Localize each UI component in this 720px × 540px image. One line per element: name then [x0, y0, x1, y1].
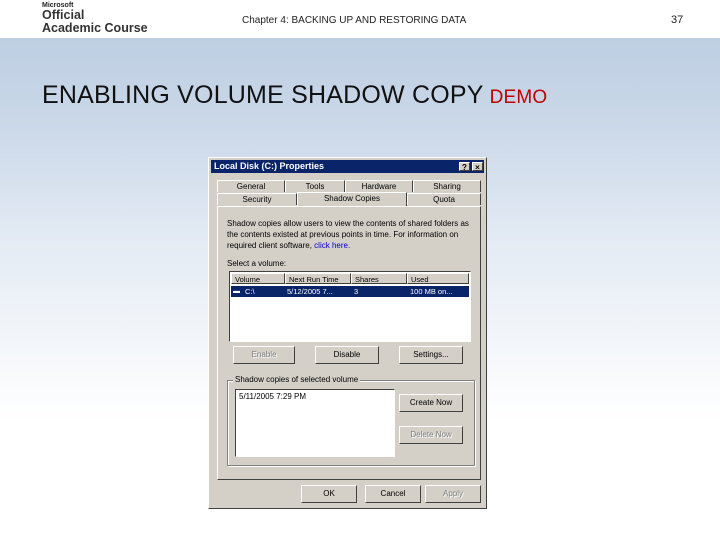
tab-hardware[interactable]: Hardware [345, 180, 413, 192]
logo-line2: Academic Course [42, 20, 148, 35]
create-now-button[interactable]: Create Now [399, 394, 463, 412]
demo-tag: DEMO [489, 87, 548, 108]
logo-line1: Official [42, 8, 85, 22]
help-button[interactable]: ? [459, 162, 470, 172]
properties-dialog: Local Disk (C:) Properties ? × General T… [208, 157, 487, 509]
cell-shares: 3 [354, 287, 359, 296]
close-button[interactable]: × [472, 162, 483, 172]
ok-button[interactable]: OK [301, 485, 357, 503]
tab-security[interactable]: Security [217, 193, 297, 205]
column-header-next-run[interactable]: Next Run Time [285, 273, 351, 284]
select-volume-label: Select a volume: [227, 259, 287, 268]
microsoft-official-academic-course-logo: Microsoft Official Academic Course [42, 2, 148, 34]
dialog-titlebar: Local Disk (C:) Properties ? × [211, 160, 484, 173]
slide-title: ENABLING VOLUME SHADOW COPY DEMO [42, 81, 547, 110]
column-header-volume[interactable]: Volume [231, 273, 285, 284]
header-bar: Microsoft Official Academic Course Chapt… [0, 0, 720, 38]
cell-used: 100 MB on... [410, 287, 453, 296]
tab-tools[interactable]: Tools [285, 180, 345, 192]
volume-list[interactable]: Volume Next Run Time Shares Used ▬ C:\ 5… [229, 271, 471, 342]
cell-next-run: 5/12/2005 7... [287, 287, 333, 296]
chapter-title: Chapter 4: BACKING UP AND RESTORING DATA [242, 15, 467, 26]
tab-general[interactable]: General [217, 180, 285, 192]
client-software-link[interactable]: click here. [314, 241, 350, 250]
cancel-button[interactable]: Cancel [365, 485, 421, 503]
tab-shadow-copies[interactable]: Shadow Copies [297, 192, 407, 206]
page-number: 37 [671, 14, 684, 26]
shadow-copies-list[interactable]: 5/11/2005 7:29 PM [235, 389, 395, 457]
list-item[interactable]: 5/11/2005 7:29 PM [239, 392, 306, 401]
tab-quota[interactable]: Quota [407, 193, 481, 205]
delete-now-button[interactable]: Delete Now [399, 426, 463, 444]
cell-volume: C:\ [245, 287, 255, 296]
table-row[interactable]: ▬ C:\ 5/12/2005 7... 3 100 MB on... [231, 286, 469, 297]
dialog-title: Local Disk (C:) Properties [214, 161, 325, 171]
description-text: Shadow copies allow users to view the co… [227, 218, 475, 251]
column-header-shares[interactable]: Shares [351, 273, 407, 284]
tab-sharing[interactable]: Sharing [413, 180, 481, 192]
disable-button[interactable]: Disable [315, 346, 379, 364]
drive-icon: ▬ [233, 288, 240, 295]
apply-button[interactable]: Apply [425, 485, 481, 503]
column-header-used[interactable]: Used [407, 273, 469, 284]
enable-button[interactable]: Enable [233, 346, 295, 364]
group-label: Shadow copies of selected volume [233, 375, 361, 384]
slide-title-text: ENABLING VOLUME SHADOW COPY [42, 81, 484, 109]
settings-button[interactable]: Settings... [399, 346, 463, 364]
